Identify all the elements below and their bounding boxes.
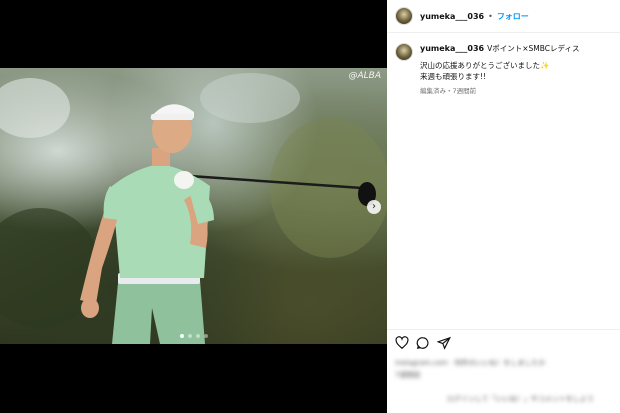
post-sidebar: yumeka___036 • フォロー yumeka___036 Vポイント×SM…	[387, 0, 620, 413]
next-image-button[interactable]: ›	[367, 200, 381, 214]
carousel-dot[interactable]	[203, 334, 208, 338]
post-meta: 編集済み・7週間前	[420, 87, 477, 95]
media-viewer: @ALBA ›	[0, 0, 387, 413]
avatar[interactable]	[395, 7, 413, 25]
follow-button[interactable]: フォロー	[497, 11, 529, 22]
caption-block: yumeka___036 Vポイント×SMBCレディス 沢山の応援ありがとうござい…	[387, 33, 620, 97]
photo-watermark: @ALBA	[348, 71, 381, 81]
golfer-illustration	[0, 73, 387, 344]
like-heart-icon[interactable]	[395, 336, 409, 350]
caption-username[interactable]: yumeka___036	[420, 44, 484, 53]
date-line: 7週間前	[395, 371, 421, 379]
caption-title: Vポイント×SMBCレディス	[487, 44, 580, 53]
carousel-dots	[0, 334, 387, 338]
carousel-dot[interactable]	[179, 334, 184, 338]
comment-icon[interactable]	[416, 336, 430, 350]
post-photo: @ALBA ›	[0, 68, 387, 344]
share-icon[interactable]	[437, 336, 451, 350]
login-prompt[interactable]: ログインして「いいね！」やコメントをしよう	[447, 394, 594, 404]
header-username[interactable]: yumeka___036	[420, 12, 484, 21]
post-header: yumeka___036 • フォロー	[387, 0, 620, 33]
separator-dot: •	[488, 11, 493, 21]
action-bar	[387, 329, 620, 360]
likes-line: instagram.com · 何件のいいね！をしましたか	[395, 359, 546, 367]
carousel-dot[interactable]	[187, 334, 192, 338]
caption-text: 沢山の応援ありがとうございました✨ 来週も頑張ります!!	[420, 61, 550, 81]
caption-avatar[interactable]	[395, 43, 413, 61]
carousel-dot[interactable]	[195, 334, 200, 338]
